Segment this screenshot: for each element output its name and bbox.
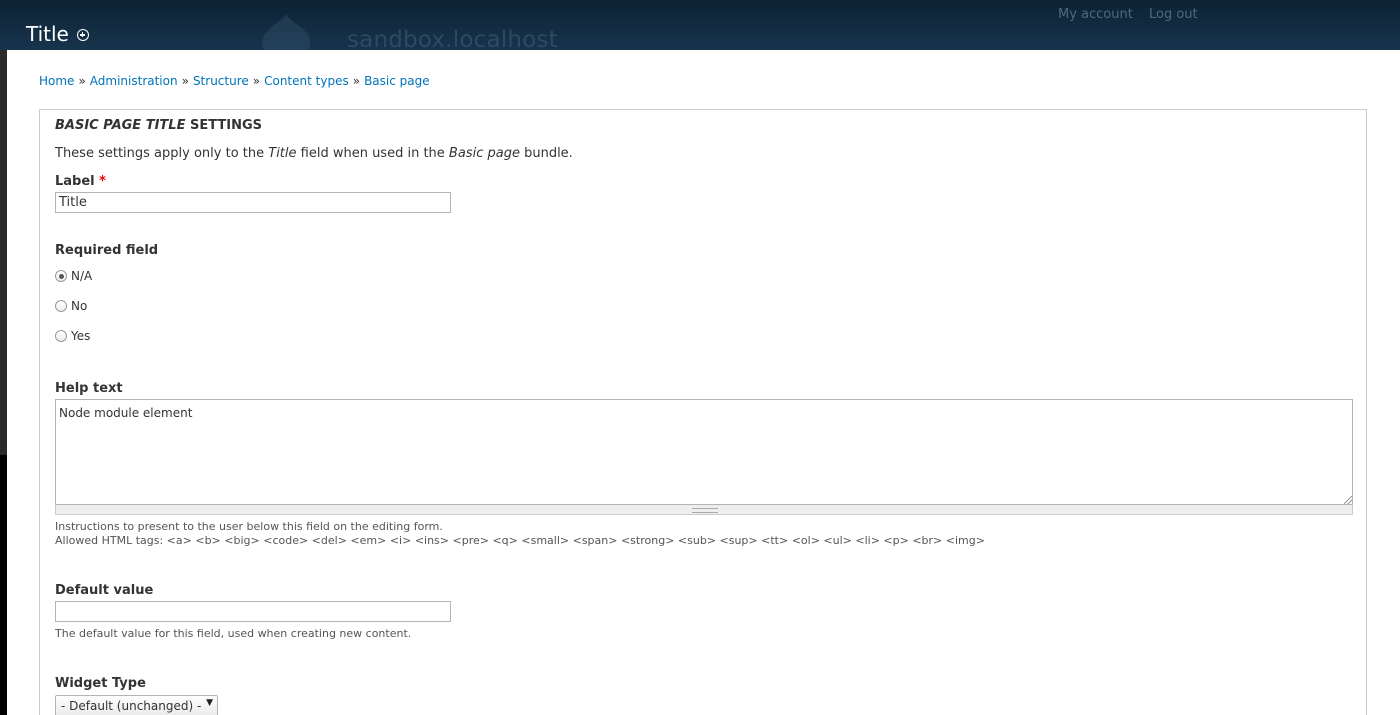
background-left-edge	[0, 50, 7, 715]
breadcrumb-separator: »	[252, 74, 261, 88]
breadcrumb: Home» Administration» Structure» Content ty…	[39, 74, 430, 88]
field-settings-fieldset: BASIC PAGE TITLE SETTINGS These settings…	[39, 109, 1367, 715]
breadcrumb-basic-page[interactable]: Basic page	[364, 74, 430, 88]
widget-type-label: Widget Type	[55, 676, 146, 691]
breadcrumb-administration[interactable]: Administration	[90, 74, 178, 88]
log-out-link[interactable]: Log out	[1149, 7, 1198, 22]
add-shortcut-icon[interactable]	[77, 29, 89, 41]
fieldset-description: These settings apply only to the Title f…	[55, 146, 573, 161]
dropdown-arrow-icon: ▼	[206, 698, 213, 708]
user-links: My account Log out	[1058, 7, 1210, 22]
default-value-input[interactable]	[55, 601, 451, 622]
default-value-description: The default value for this field, used w…	[55, 627, 412, 640]
breadcrumb-separator: »	[352, 74, 361, 88]
textarea-resize-grip[interactable]	[55, 505, 1353, 515]
widget-type-select[interactable]: - Default (unchanged) - ▼	[55, 695, 218, 715]
fieldset-title: BASIC PAGE TITLE SETTINGS	[55, 118, 263, 133]
radio-no[interactable]	[55, 300, 67, 312]
required-option-na[interactable]: N/A	[55, 269, 92, 283]
overlay-content: Home» Administration» Structure» Content ty…	[7, 50, 1400, 715]
my-account-link[interactable]: My account	[1058, 7, 1133, 22]
label-field-label: Label *	[55, 174, 106, 189]
required-field-label: Required field	[55, 243, 159, 258]
breadcrumb-separator: »	[181, 74, 189, 88]
help-text-label: Help text	[55, 381, 123, 396]
textarea-resize-handle-icon[interactable]	[1344, 496, 1352, 504]
radio-yes[interactable]	[55, 330, 67, 342]
overlay-title: Title	[26, 22, 69, 46]
radio-na[interactable]	[55, 270, 67, 282]
required-marker: *	[99, 174, 106, 189]
label-input[interactable]	[55, 192, 451, 213]
required-option-no[interactable]: No	[55, 299, 87, 313]
required-option-yes[interactable]: Yes	[55, 329, 90, 343]
breadcrumb-separator: »	[78, 74, 86, 88]
default-value-label: Default value	[55, 583, 154, 598]
breadcrumb-structure[interactable]: Structure	[193, 74, 249, 88]
breadcrumb-content-types[interactable]: Content types	[264, 74, 349, 88]
breadcrumb-home[interactable]: Home	[39, 74, 74, 88]
help-text-description: Instructions to present to the user belo…	[55, 520, 985, 547]
help-text-textarea[interactable]: Node module element	[55, 399, 1353, 505]
